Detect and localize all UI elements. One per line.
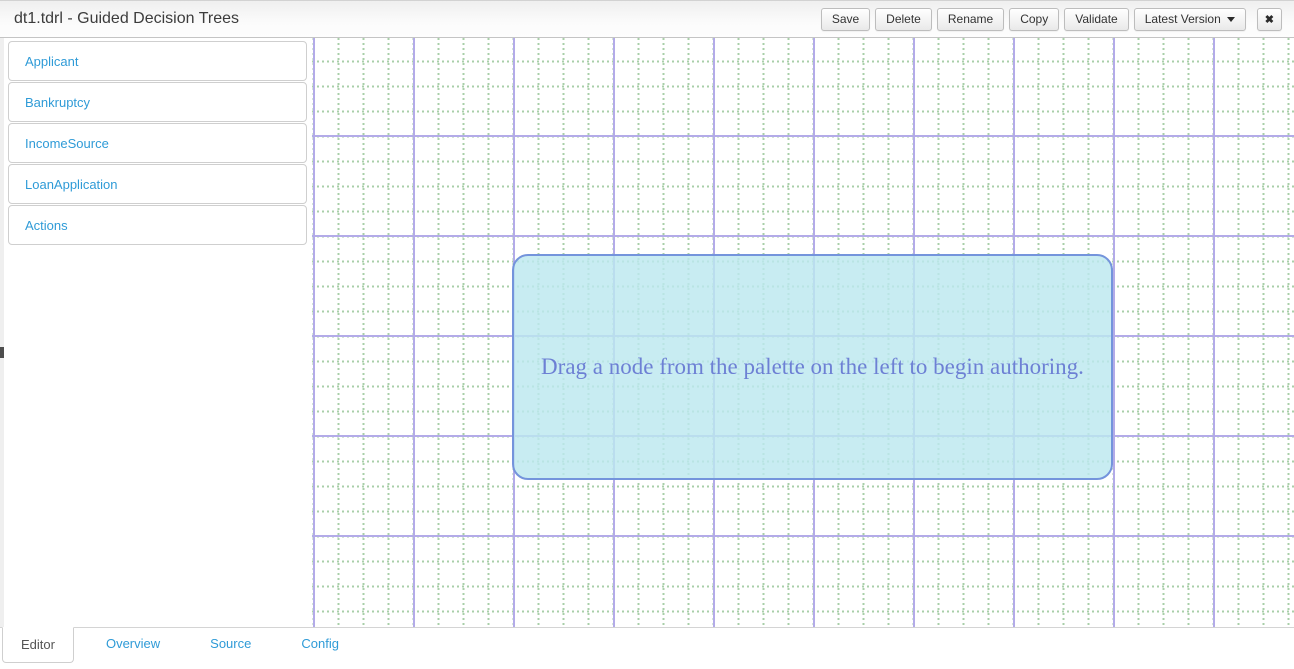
version-dropdown-button[interactable]: Latest Version xyxy=(1134,8,1246,31)
caret-down-icon xyxy=(1227,17,1235,22)
palette-item-label: Actions xyxy=(25,218,68,233)
palette-item-applicant[interactable]: Applicant xyxy=(8,41,307,81)
page-title: dt1.tdrl - Guided Decision Trees xyxy=(0,10,239,28)
authoring-canvas[interactable]: Drag a node from the palette on the left… xyxy=(312,38,1294,627)
palette-item-label: LoanApplication xyxy=(25,177,118,192)
palette-item-loanapplication[interactable]: LoanApplication xyxy=(8,164,307,204)
validate-button[interactable]: Validate xyxy=(1064,8,1128,31)
header-action-toolbar: Save Delete Rename Copy Validate Latest … xyxy=(821,8,1294,31)
editor-tabbar: Editor Overview Source Config xyxy=(0,627,1294,669)
drop-target-message: Drag a node from the palette on the left… xyxy=(521,354,1104,380)
tab-editor[interactable]: Editor xyxy=(2,627,74,663)
drop-target-placeholder[interactable]: Drag a node from the palette on the left… xyxy=(512,254,1113,480)
palette-item-bankruptcy[interactable]: Bankruptcy xyxy=(8,82,307,122)
version-dropdown-label: Latest Version xyxy=(1145,12,1221,26)
guided-decision-trees-editor: dt1.tdrl - Guided Decision Trees Save De… xyxy=(0,0,1294,669)
node-palette: Applicant Bankruptcy IncomeSource LoanAp… xyxy=(4,38,312,627)
close-button[interactable]: ✖ xyxy=(1257,8,1282,31)
palette-item-label: Applicant xyxy=(25,54,78,69)
palette-item-incomesource[interactable]: IncomeSource xyxy=(8,123,307,163)
tab-source[interactable]: Source xyxy=(192,627,269,660)
palette-item-label: IncomeSource xyxy=(25,136,109,151)
close-icon: ✖ xyxy=(1265,13,1274,26)
tab-overview[interactable]: Overview xyxy=(88,627,178,660)
delete-button[interactable]: Delete xyxy=(875,8,932,31)
palette-item-label: Bankruptcy xyxy=(25,95,90,110)
save-button[interactable]: Save xyxy=(821,8,870,31)
copy-button[interactable]: Copy xyxy=(1009,8,1059,31)
tab-config[interactable]: Config xyxy=(283,627,357,660)
rename-button[interactable]: Rename xyxy=(937,8,1004,31)
editor-main: Applicant Bankruptcy IncomeSource LoanAp… xyxy=(0,38,1294,627)
palette-item-actions[interactable]: Actions xyxy=(8,205,307,245)
editor-header: dt1.tdrl - Guided Decision Trees Save De… xyxy=(0,0,1294,38)
